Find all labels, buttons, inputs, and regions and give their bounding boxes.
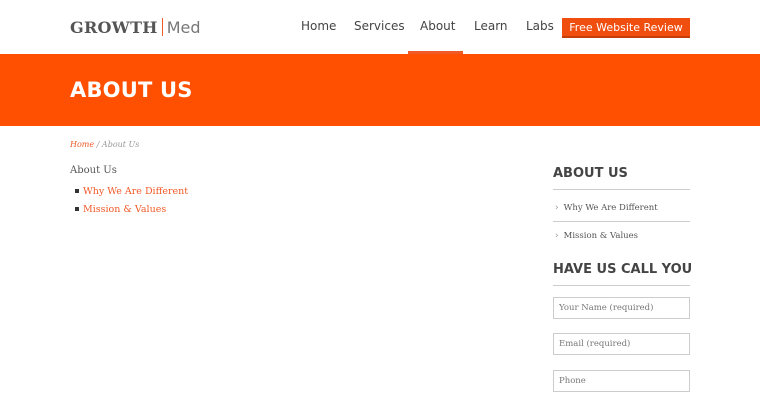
sidebar-item-label: Mission & Values <box>563 231 639 241</box>
logo[interactable]: GROWTH Med <box>70 17 201 37</box>
square-bullet-icon <box>75 207 79 211</box>
nav-item-home[interactable]: Home <box>301 19 336 33</box>
site-header: GROWTH Med Home Services About Learn Lab… <box>0 0 760 54</box>
breadcrumb-separator: / <box>96 140 100 149</box>
list-item: Why We Are Different <box>75 182 188 200</box>
sidebar-about-title: ABOUT US <box>553 166 628 181</box>
nav-item-learn[interactable]: Learn <box>474 19 508 33</box>
logo-secondary-text: Med <box>166 17 201 37</box>
name-field[interactable] <box>553 297 690 319</box>
phone-field[interactable] <box>553 370 690 392</box>
breadcrumb-current: About Us <box>101 140 140 149</box>
sidebar-call-title: HAVE US CALL YOU <box>553 262 693 277</box>
chevron-right-icon: › <box>555 231 559 241</box>
chevron-right-icon: › <box>555 203 559 213</box>
logo-separator <box>161 18 163 36</box>
logo-primary-text: GROWTH <box>70 17 158 37</box>
nav-item-services[interactable]: Services <box>354 19 405 33</box>
sidebar-item-mission-values[interactable]: › Mission & Values <box>553 222 690 250</box>
email-field[interactable] <box>553 333 690 355</box>
breadcrumb: Home / About Us <box>70 140 139 149</box>
content-heading: About Us <box>70 165 117 176</box>
divider <box>553 285 690 286</box>
square-bullet-icon <box>75 189 79 193</box>
breadcrumb-home-link[interactable]: Home <box>70 140 94 149</box>
mission-values-link[interactable]: Mission & Values <box>83 204 166 215</box>
content-link-list: Why We Are Different Mission & Values <box>75 182 188 218</box>
sidebar-item-why-we-are-different[interactable]: › Why We Are Different <box>553 194 690 222</box>
page-banner: ABOUT US <box>0 54 760 126</box>
divider <box>553 189 690 190</box>
why-we-are-different-link[interactable]: Why We Are Different <box>83 186 188 197</box>
nav-item-about[interactable]: About <box>420 19 455 33</box>
free-website-review-button[interactable]: Free Website Review <box>562 18 690 38</box>
list-item: Mission & Values <box>75 200 188 218</box>
page-title: ABOUT US <box>70 78 193 102</box>
sidebar-item-label: Why We Are Different <box>563 203 658 213</box>
nav-item-labs[interactable]: Labs <box>526 19 554 33</box>
